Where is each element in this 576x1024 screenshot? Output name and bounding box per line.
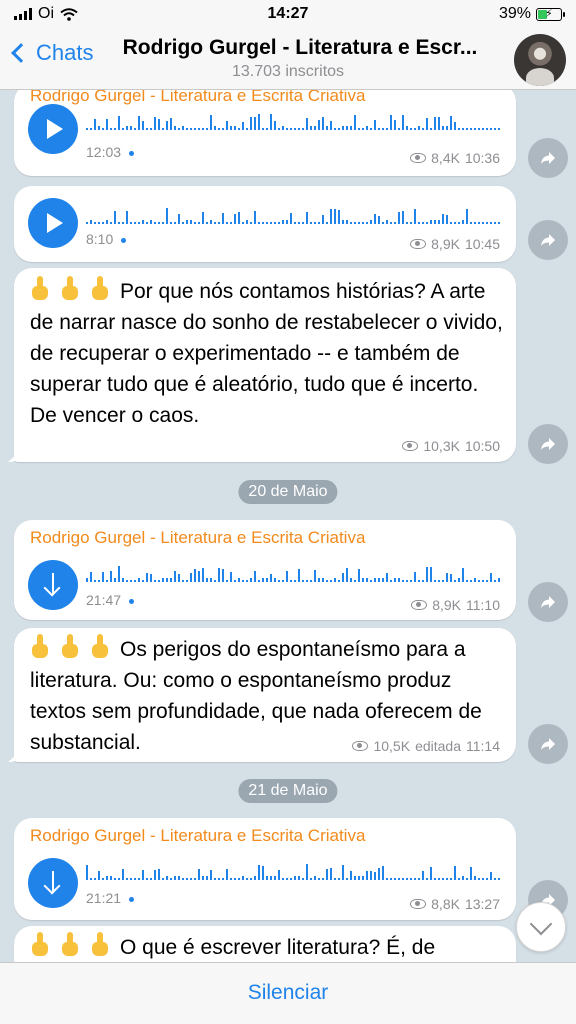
date-separator: 21 de Maio	[238, 779, 338, 803]
text-message: Por que nós contamos histórias? A arte d…	[8, 268, 516, 462]
sender-name: Rodrigo Gurgel - Literatura e Escrita Cr…	[30, 528, 366, 547]
pointing-down-emoji	[90, 932, 110, 958]
share-icon	[541, 234, 555, 246]
message-text: O que é escrever literatura? É, de	[120, 936, 436, 959]
nav-bar: Chats Rodrigo Gurgel - Literatura e Escr…	[0, 30, 576, 90]
play-button[interactable]	[28, 104, 78, 154]
download-button[interactable]	[28, 560, 78, 610]
voice-duration: 21:47	[86, 592, 122, 608]
chevron-down-icon	[529, 912, 553, 936]
eye-icon	[410, 239, 427, 249]
text-message: O que é escrever literatura? É, de	[14, 926, 516, 962]
bottom-bar: Silenciar	[0, 962, 576, 1024]
status-bar: Oi 14:27 39% ⚡	[0, 0, 576, 30]
share-icon	[541, 152, 555, 164]
view-count: 8,4K	[431, 150, 460, 166]
sender-name: Rodrigo Gurgel - Literatura e Escrita Cr…	[30, 826, 366, 845]
pointing-down-emoji	[60, 634, 80, 660]
battery-percent: 39%	[498, 5, 531, 22]
channel-title[interactable]: Rodrigo Gurgel - Literatura e Escr...	[100, 36, 500, 60]
voice-message: Rodrigo Gurgel - Literatura e Escrita Cr…	[14, 818, 516, 920]
unplayed-dot	[121, 237, 127, 243]
message-time: 10:50	[464, 438, 500, 454]
pointing-down-emoji	[30, 276, 50, 302]
share-button[interactable]	[528, 582, 568, 622]
play-button[interactable]	[28, 198, 78, 248]
clock: 14:27	[267, 5, 309, 22]
voice-message: 8:10 8,9K 10:45	[14, 186, 516, 262]
pointing-down-emoji	[60, 276, 80, 302]
message-time: 11:14	[466, 738, 500, 754]
eye-icon	[402, 441, 419, 451]
text-message: Os perigos do espontaneísmo para a liter…	[8, 628, 516, 762]
waveform[interactable]	[86, 114, 504, 130]
back-button[interactable]: Chats	[8, 40, 93, 66]
voice-message: Rodrigo Gurgel - Literatura e Escrita Cr…	[14, 90, 516, 176]
channel-avatar[interactable]	[514, 34, 566, 86]
message-text: Por que nós contamos histórias? A arte d…	[30, 280, 503, 427]
pointing-down-emoji	[90, 634, 110, 660]
back-label: Chats	[36, 40, 94, 65]
voice-duration: 12:03	[86, 144, 122, 160]
battery-icon: ⚡	[536, 7, 565, 21]
share-icon	[541, 438, 555, 450]
waveform[interactable]	[86, 566, 504, 582]
scroll-to-bottom-button[interactable]	[516, 902, 566, 952]
arrow-down-icon	[52, 573, 54, 595]
view-count: 10,3K	[423, 438, 460, 454]
unplayed-dot	[129, 896, 135, 902]
unplayed-dot	[129, 150, 135, 156]
pointing-down-emoji	[60, 932, 80, 958]
pointing-down-emoji	[30, 932, 50, 958]
share-button[interactable]	[528, 138, 568, 178]
view-count: 8,9K	[431, 236, 460, 252]
eye-icon	[410, 899, 427, 909]
subscriber-count: 13.703 inscritos	[231, 63, 345, 80]
arrow-down-icon	[52, 871, 54, 893]
mute-button[interactable]: Silenciar	[0, 981, 576, 1005]
view-count: 10,5K	[373, 738, 411, 754]
unplayed-dot	[129, 598, 135, 604]
date-separator: 20 de Maio	[238, 480, 338, 504]
waveform[interactable]	[86, 208, 504, 224]
share-button[interactable]	[528, 724, 568, 764]
download-button[interactable]	[28, 858, 78, 908]
eye-icon	[410, 153, 427, 163]
voice-message: Rodrigo Gurgel - Literatura e Escrita Cr…	[14, 520, 516, 620]
message-time: 10:45	[464, 236, 500, 252]
message-time: 11:10	[466, 597, 500, 613]
message-time: 10:36	[464, 150, 500, 166]
edited-label: editada	[415, 738, 461, 754]
chevron-left-icon	[11, 43, 31, 63]
view-count: 8,9K	[432, 597, 461, 613]
voice-duration: 21:21	[86, 890, 122, 906]
view-count: 8,8K	[431, 896, 460, 912]
share-button[interactable]	[528, 220, 568, 260]
message-time: 13:27	[464, 896, 500, 912]
message-list[interactable]: Rodrigo Gurgel - Literatura e Escrita Cr…	[0, 90, 576, 962]
sender-name: Rodrigo Gurgel - Literatura e Escrita Cr…	[30, 90, 366, 105]
share-button[interactable]	[528, 424, 568, 464]
share-icon	[541, 738, 555, 750]
pointing-down-emoji	[30, 634, 50, 660]
voice-duration: 8:10	[86, 231, 114, 247]
eye-icon	[411, 600, 428, 610]
share-icon	[541, 596, 555, 608]
eye-icon	[352, 741, 369, 751]
waveform[interactable]	[86, 864, 504, 880]
pointing-down-emoji	[90, 276, 110, 302]
